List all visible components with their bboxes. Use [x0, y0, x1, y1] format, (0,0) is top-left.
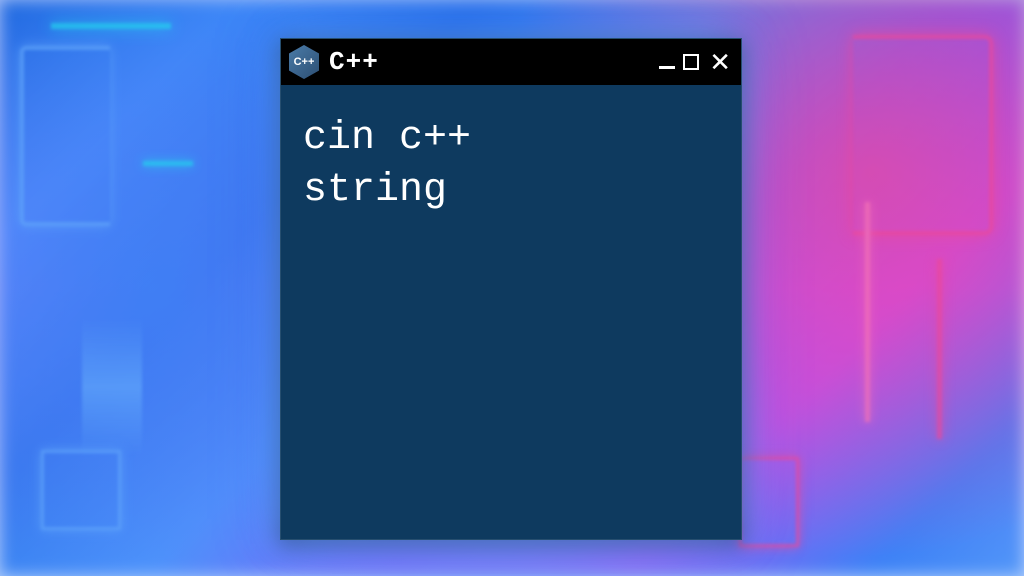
close-button[interactable]: ✕ [709, 49, 731, 75]
cpp-icon-text: C++ [294, 56, 315, 68]
terminal-window[interactable]: C++ C++ ✕ cin c++ string [280, 38, 742, 540]
window-controls: ✕ [659, 49, 731, 75]
window-title: C++ [329, 47, 379, 77]
maximize-button[interactable] [683, 54, 699, 70]
terminal-line: string [303, 165, 719, 217]
minimize-button[interactable] [659, 66, 675, 69]
cpp-logo-icon: C++ [289, 45, 319, 79]
terminal-line: cin c++ [303, 113, 719, 165]
titlebar[interactable]: C++ C++ ✕ [281, 39, 741, 85]
terminal-body[interactable]: cin c++ string [281, 85, 741, 245]
titlebar-left: C++ C++ [289, 45, 379, 79]
